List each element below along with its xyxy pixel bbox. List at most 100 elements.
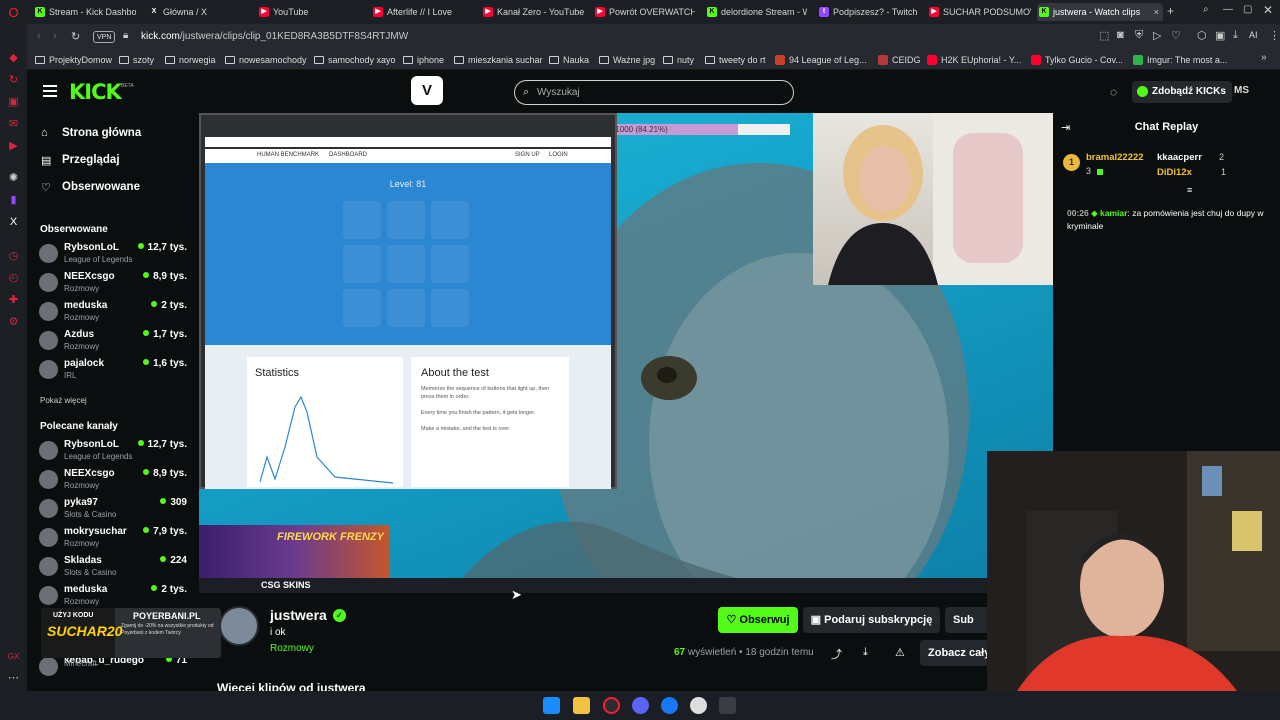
download-clip-icon[interactable]: ⤓ — [863, 646, 868, 659]
x-icon[interactable]: X — [7, 216, 20, 229]
leader-name[interactable]: bramal22222 — [1086, 152, 1144, 163]
maximize-icon[interactable]: ▢ — [1243, 4, 1252, 15]
channel-item[interactable]: mokrysuchar Rozmowy 7,9 tys. — [39, 524, 187, 552]
shield-icon[interactable]: ⛨ — [1135, 29, 1143, 42]
notifications-icon[interactable]: ◌ — [1110, 85, 1117, 99]
camera-icon[interactable]: ◙ — [1117, 29, 1124, 41]
nav-home[interactable]: Strona główna — [62, 127, 141, 139]
streamer-avatar[interactable] — [219, 606, 259, 646]
tab-suchar[interactable]: ▶ SUCHAR PODSUMOW — [927, 3, 1031, 21]
bookmark-site[interactable]: Imgur: The most a... — [1133, 53, 1227, 67]
extensions-icon[interactable]: ✚ — [7, 294, 20, 307]
twitch-icon[interactable]: ▮ — [7, 194, 20, 207]
ai-button[interactable]: AI — [1249, 30, 1258, 40]
watch-full-button[interactable]: Zobacz cały — [920, 640, 987, 666]
bookmark-heart-icon[interactable]: ♡ — [1171, 29, 1181, 42]
tab-justwera-active[interactable]: Kjustwera - Watch clips × — [1037, 3, 1163, 21]
nav-following[interactable]: Obserwowane — [62, 181, 140, 193]
file-explorer-icon[interactable] — [573, 697, 590, 714]
chat-message-user[interactable]: kamiar — [1100, 208, 1127, 218]
streamer-name[interactable]: justwera — [270, 607, 327, 623]
clock-icon[interactable]: ◴ — [7, 272, 20, 285]
url-field[interactable]: kick.com/justwera/clips/clip_01KED8RA3B5… — [141, 31, 408, 42]
tab-overwatch[interactable]: ▶ Powrót OVERWATCH — [593, 3, 695, 21]
bookmark-folder[interactable]: nowesamochody — [225, 53, 307, 67]
vpn-badge[interactable]: VPN — [93, 31, 116, 43]
opera-gx-icon[interactable] — [603, 697, 620, 714]
gift-subscription-button[interactable]: ▣ Podaruj subskrypcję — [803, 607, 940, 633]
user-avatar[interactable]: MS — [1234, 85, 1249, 96]
channel-item[interactable]: pajalock IRL 1,6 tys. — [39, 356, 187, 384]
channel-item[interactable]: Azdus Rozmowy 1,7 tys. — [39, 327, 187, 355]
follow-button[interactable]: ♡ Obserwuj — [718, 607, 798, 633]
more-icon[interactable]: ⋯ — [7, 672, 20, 685]
show-more-link[interactable]: Pokaż więcej — [40, 396, 87, 405]
tab-kanal-zero[interactable]: ▶ Kanał Zero - YouTube — [481, 3, 585, 21]
bookmark-folder[interactable]: norwegia — [165, 53, 216, 67]
channel-item[interactable]: Skladas Slots & Casino 224 — [39, 553, 187, 581]
bookmark-folder[interactable]: ProjektyDomow — [35, 53, 112, 67]
play-icon[interactable]: ▷ — [1153, 29, 1161, 42]
nav-browse[interactable]: Przeglądaj — [62, 154, 120, 166]
video-player[interactable]: 842.12 / 1000 (84.21%) HUMAN BENCHMARK D… — [199, 113, 1053, 593]
search-input[interactable]: ⌕ Wyszukaj — [514, 80, 794, 105]
bookmark-folder[interactable]: tweety do rt — [705, 53, 766, 67]
minimize-icon[interactable]: — — [1223, 4, 1233, 15]
close-window-icon[interactable]: ✕ — [1263, 3, 1273, 17]
bookmark-folder[interactable]: mieszkania suchar — [454, 53, 543, 67]
bookmarks-overflow-icon[interactable]: » — [1261, 52, 1267, 63]
bookmark-site[interactable]: 94 League of Leg... — [775, 53, 867, 67]
flow-icon[interactable]: ↻ — [7, 74, 20, 87]
tab-youtube[interactable]: ▶ YouTube — [257, 3, 357, 21]
hamburger-menu-icon[interactable] — [43, 85, 57, 97]
history-icon[interactable]: ◷ — [7, 250, 20, 263]
extension-logo-icon[interactable]: V — [411, 76, 443, 105]
close-tab-icon[interactable]: × — [1154, 3, 1159, 21]
settings-icon[interactable]: ⚙ — [7, 316, 20, 329]
back-icon[interactable]: ‹ — [37, 30, 41, 42]
channel-item[interactable]: NEEXcsgo Rozmowy 8,9 tys. — [39, 466, 187, 494]
leader-name[interactable]: DiDi12x — [1157, 167, 1192, 178]
tab-delordione[interactable]: Kdelordione Stream - W — [705, 3, 807, 21]
kick-logo[interactable]: KICK — [69, 80, 122, 104]
channel-item[interactable]: NEEXcsgo Rozmowy 8,9 tys. — [39, 269, 187, 297]
bookmark-folder[interactable]: iphone — [403, 53, 444, 67]
bookmark-folder[interactable]: Nauka — [549, 53, 589, 67]
messenger-icon[interactable]: ✉ — [7, 118, 20, 131]
bookmark-site[interactable]: H2K EUphoria! - Y... — [927, 53, 1021, 67]
share-icon[interactable]: ⤴ — [831, 646, 842, 662]
bookmark-folder[interactable]: szoty — [119, 53, 154, 67]
windows-start-icon[interactable] — [543, 697, 560, 714]
expand-leaders-icon[interactable]: ≡ — [1187, 185, 1192, 195]
discord-icon[interactable] — [632, 697, 649, 714]
report-icon[interactable]: ⚠ — [895, 646, 905, 659]
tab-afterlife[interactable]: ▶ Afterlife // I Love — [371, 3, 471, 21]
subscribe-button[interactable]: Sub — [945, 607, 987, 633]
reload-icon[interactable]: ↻ — [71, 30, 80, 43]
tab-x[interactable]: X Główna / X — [147, 3, 247, 21]
bookmark-site[interactable]: Tylko Gucio - Cov... — [1031, 53, 1123, 67]
gx-icon[interactable]: GX — [7, 650, 20, 663]
stream-category[interactable]: Rozmowy — [270, 643, 314, 654]
tab-kick-dashboard[interactable]: K Stream - Kick Dashbo — [33, 3, 139, 21]
chatgpt-icon[interactable]: ✺ — [7, 172, 20, 185]
sponsor-ad-banner[interactable]: UŻYJ KODU SUCHAR20 POYERBANI.PL Zgarnij … — [41, 608, 221, 658]
wallet-icon[interactable]: ▣ — [7, 96, 20, 109]
screenshot-icon[interactable]: ⬚ — [1099, 29, 1109, 42]
bookmark-site[interactable]: CEIDG — [878, 53, 921, 67]
tab-twitch[interactable]: t Podpiszesz? - Twitch — [817, 3, 921, 21]
channel-item[interactable]: meduska Rozmowy 2 tys. — [39, 582, 187, 610]
bookmark-folder[interactable]: samochody xayo — [314, 53, 396, 67]
bookmark-folder[interactable]: nuty — [663, 53, 694, 67]
search-tabs-icon[interactable]: ⌕ — [1203, 4, 1209, 15]
get-kicks-button[interactable]: Zdobądź KICKs — [1132, 81, 1232, 103]
facebook-icon[interactable] — [661, 697, 678, 714]
new-tab-icon[interactable]: + — [1167, 4, 1174, 18]
channel-item[interactable]: RybsonLoL League of Legends 12,7 tys. — [39, 240, 187, 268]
download-icon[interactable]: ⤓ — [1233, 29, 1238, 42]
opera-logo-icon[interactable]: O — [7, 6, 20, 19]
channel-item[interactable]: pyka97 Slots & Casino 309 — [39, 495, 187, 523]
bookmark-folder[interactable]: Ważne jpg — [599, 53, 655, 67]
terminal-icon[interactable] — [719, 697, 736, 714]
snapshot-icon[interactable]: ▣ — [1215, 29, 1225, 42]
